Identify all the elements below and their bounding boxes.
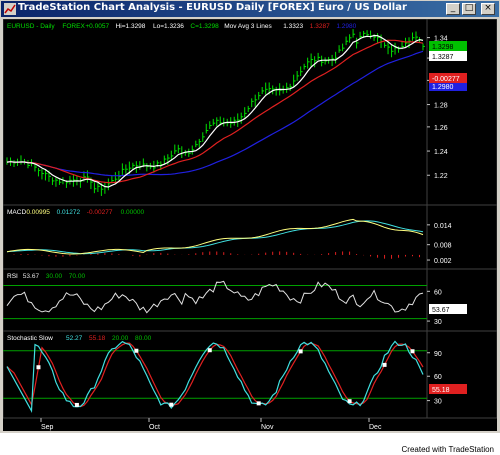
stoch-k-line xyxy=(6,340,424,414)
moving-average-mid-line xyxy=(6,39,424,184)
stoch-header-label: 80.00 xyxy=(135,335,152,342)
rsi-tick-label: 60 xyxy=(434,289,442,296)
stoch-signal-marker xyxy=(382,362,387,367)
stoch-header-label: 55.18 xyxy=(89,335,106,342)
macd-tick-label: 0.008 xyxy=(434,243,452,250)
date-label: Sep xyxy=(41,424,54,431)
price-tick-label: 1.24 xyxy=(434,149,448,156)
macd-tick-label: 0.002 xyxy=(434,258,452,265)
price-tick-label: 1.22 xyxy=(434,173,448,180)
price-header-label: +0.0057 xyxy=(85,23,109,30)
stoch-signal-marker xyxy=(169,402,174,407)
stoch-signal-marker xyxy=(347,399,352,404)
macd-header-label: 0.00000 xyxy=(121,209,145,216)
stoch-signal-marker xyxy=(298,349,303,354)
rsi-tick-label: 30 xyxy=(434,319,442,326)
rsi-panel[interactable]: RSI 53.67 30.00 70.00 60 30 53.67 xyxy=(3,268,497,332)
price-tick-label: 1.28 xyxy=(434,103,448,110)
stoch-tick-label: 60 xyxy=(434,374,442,381)
date-label: Nov xyxy=(261,424,274,431)
date-label: Oct xyxy=(149,424,160,431)
chart-window: TradeStation Chart Analysis - EURUSD Dai… xyxy=(0,0,500,455)
stoch-value-badge-label: 55.18 xyxy=(432,387,450,394)
price-header-label: FOREX xyxy=(62,23,85,30)
rsi-header-label: 53.67 xyxy=(23,273,40,280)
stoch-signal-marker xyxy=(207,348,212,353)
stoch-d-line xyxy=(6,342,424,408)
price-header-label: 1.3287 xyxy=(310,23,330,30)
stoch-header-label: 20.00 xyxy=(112,335,129,342)
stoch-signal-marker xyxy=(410,349,415,354)
price-panel[interactable]: EURUSD - Daily FOREX +0.0057 Hi=1.3298 Lo=1.… xyxy=(3,19,497,206)
price-value-badge-label: 1.3287 xyxy=(432,54,454,61)
macd-header-label: -0.00277 xyxy=(87,209,113,216)
rsi-line xyxy=(6,280,424,314)
macd-value-badge-label: -0.00277 xyxy=(432,76,460,83)
price-header-label: EURUSD - Daily xyxy=(7,23,55,30)
chart-area[interactable]: EURUSD - Daily FOREX +0.0057 Hi=1.3298 Lo=1.… xyxy=(3,19,497,431)
price-value-badge-label: 1.3298 xyxy=(432,44,454,51)
stoch-tick-label: 30 xyxy=(434,399,442,406)
maximize-button[interactable]: □ xyxy=(462,3,476,15)
price-header-label: Mov Avg 3 Lines xyxy=(224,23,272,30)
macd-header-label: 0.01272 xyxy=(57,209,81,216)
footer-credit: Created with TradeStation xyxy=(401,445,495,454)
stoch-header-label: 52.27 xyxy=(66,335,83,342)
stochastic-panel[interactable]: Stochastic Slow 52.27 55.18 20.00 80.00 90 60 3… xyxy=(3,330,497,419)
stoch-signal-marker xyxy=(74,402,79,407)
stoch-header-label: Stochastic Slow xyxy=(7,335,53,342)
price-header-label: 1.2980 xyxy=(336,23,356,30)
rsi-header-label: 70.00 xyxy=(69,273,86,280)
stoch-signal-marker xyxy=(256,401,261,406)
macd-panel[interactable]: MACD 0.00995 0.01272 -0.00277 0.00000 0.014 0.… xyxy=(3,73,497,270)
price-header-label: 1.3323 xyxy=(283,23,303,30)
date-axis: Sep Oct Nov Dec xyxy=(40,418,382,431)
macd-line xyxy=(6,218,424,255)
rsi-header-label: RSI xyxy=(7,273,18,280)
close-button[interactable]: × xyxy=(481,3,495,15)
moving-average-fast-line xyxy=(6,34,424,188)
stoch-signal-marker xyxy=(134,348,139,353)
price-value-badge-label: 1.2980 xyxy=(432,84,454,91)
tradestation-app-icon xyxy=(4,3,16,15)
macd-tick-label: 0.014 xyxy=(434,223,452,230)
date-label: Dec xyxy=(369,424,382,431)
macd-header-label: MACD xyxy=(7,209,26,216)
macd-header-label: 0.00995 xyxy=(26,209,50,216)
minimize-button[interactable]: _ xyxy=(446,3,460,15)
rsi-header-label: 30.00 xyxy=(46,273,63,280)
window-title: TradeStation Chart Analysis - EURUSD Dai… xyxy=(18,2,407,13)
price-header-label: Hi=1.3298 xyxy=(116,23,146,30)
price-header-label: C=1.3298 xyxy=(190,23,219,30)
price-tick-label: 1.26 xyxy=(434,125,448,132)
stoch-signal-marker xyxy=(36,365,41,370)
title-bar[interactable]: TradeStation Chart Analysis - EURUSD Dai… xyxy=(1,1,499,17)
price-header-label: Lo=1.3236 xyxy=(153,23,184,30)
macd-signal-line xyxy=(6,220,424,255)
moving-average-slow-line xyxy=(6,50,424,177)
footer: Created with TradeStation xyxy=(0,433,500,455)
rsi-value-badge-label: 53.67 xyxy=(432,307,450,314)
stoch-tick-label: 90 xyxy=(434,351,442,358)
